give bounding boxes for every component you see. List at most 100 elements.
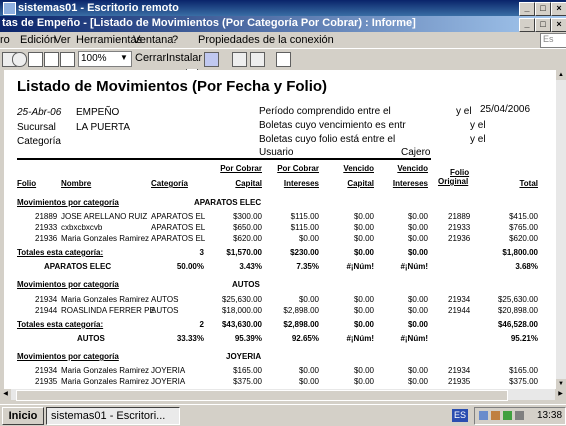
- report-title: Listado de Movimientos (Por Fecha y Foli…: [17, 78, 328, 95]
- due-label: Boletas cuyo vencimiento es entr: [259, 120, 406, 131]
- percent-total: 95.21%: [510, 334, 538, 343]
- totals-count: 3: [199, 248, 204, 257]
- percent-name: AUTOS: [77, 334, 105, 343]
- report-page: Listado de Movimientos (Por Fecha y Foli…: [4, 70, 556, 389]
- col-fo-bottom: Original: [438, 177, 469, 186]
- cell-fo: 21936: [448, 234, 471, 243]
- menu-edicion[interactable]: Edición: [20, 34, 56, 46]
- scroll-thumb[interactable]: [16, 390, 508, 401]
- percent-count: 50.00%: [176, 262, 204, 271]
- period-end-date: 25/04/2006: [480, 104, 531, 115]
- taskbar-task-button[interactable]: sistemas01 - Escritori...: [46, 407, 180, 425]
- remote-desktop-titlebar: sistemas01 - Escritorio remoto _ □ ×: [0, 0, 566, 16]
- help-icon[interactable]: [276, 52, 291, 67]
- cell-pi: $115.00: [290, 223, 319, 232]
- percent-pc: 95.39%: [234, 334, 262, 343]
- cell-vi: $0.00: [407, 295, 428, 304]
- cell-pc: $18,000.00: [221, 306, 262, 315]
- cell-categoria: JOYERIA: [151, 366, 186, 375]
- tray-icon-2[interactable]: [491, 411, 500, 420]
- cell-folio: 21889: [35, 212, 58, 221]
- category-label: Categoría: [17, 136, 61, 147]
- close-button[interactable]: ×: [551, 2, 566, 16]
- percent-vi: #¡Núm!: [400, 334, 428, 343]
- cell-folio: 21936: [35, 234, 58, 243]
- maximize-button[interactable]: □: [535, 2, 551, 16]
- col-vc-top: Vencido: [343, 164, 374, 173]
- access-window-title: tas de Empeño - [Listado de Movimientos …: [2, 17, 416, 29]
- cell-vi: $0.00: [407, 234, 428, 243]
- group-label: Movimientos por categoría: [17, 280, 119, 289]
- tray-icon-3[interactable]: [503, 411, 512, 420]
- menu-ventana[interactable]: Ventana: [133, 34, 173, 46]
- scroll-down-arrow[interactable]: ▼: [556, 379, 566, 389]
- cell-pi: $0.00: [298, 234, 319, 243]
- setup-button[interactable]: Instalar: [166, 51, 202, 66]
- branch-value: LA PUERTA: [76, 122, 131, 133]
- cell-vi: $0.00: [407, 223, 428, 232]
- totals-pc: $1,570.00: [226, 248, 262, 257]
- start-button[interactable]: Inicio: [2, 407, 44, 425]
- close-preview-button[interactable]: Cerrar: [135, 51, 166, 66]
- percent-count: 33.33%: [176, 334, 204, 343]
- col-pc-bottom: Capital: [235, 179, 262, 188]
- help-search-box[interactable]: Es: [540, 33, 566, 48]
- cell-total: $20,898.00: [497, 306, 538, 315]
- cell-pc: $300.00: [233, 212, 262, 221]
- inner-maximize-button[interactable]: □: [535, 18, 551, 32]
- system-tray: 13:38: [474, 407, 566, 425]
- cell-vi: $0.00: [407, 212, 428, 221]
- database-window-icon[interactable]: [232, 52, 247, 67]
- one-page-icon[interactable]: [28, 52, 43, 67]
- cell-vi: $0.00: [407, 377, 428, 386]
- col-vc-bottom: Capital: [347, 179, 374, 188]
- group-name: APARATOS ELEC: [194, 198, 262, 207]
- menu-help[interactable]: ?: [172, 34, 178, 46]
- language-indicator[interactable]: ES: [452, 409, 468, 422]
- inner-close-button[interactable]: ×: [551, 18, 566, 32]
- cell-folio: 21934: [35, 366, 58, 375]
- volume-icon[interactable]: [515, 411, 524, 420]
- col-nombre: Nombre: [61, 179, 92, 188]
- col-total: Total: [519, 179, 538, 188]
- cell-vi: $0.00: [407, 306, 428, 315]
- cell-vc: $0.00: [353, 366, 374, 375]
- cell-nombre: Maria Gonzales Ramirez: [61, 366, 150, 375]
- due-and-label: y el: [470, 120, 486, 131]
- menu-archivo[interactable]: ro: [0, 34, 10, 46]
- totals-label: Totales esta categoría:: [17, 248, 104, 257]
- scroll-right-arrow[interactable]: ▶: [555, 389, 566, 400]
- menu-bar: ro Edición Ver Herramientas Ventana ? Pr…: [0, 32, 566, 78]
- zoom-icon[interactable]: [12, 52, 27, 67]
- cell-fo: 21889: [448, 212, 471, 221]
- office-links-icon[interactable]: [204, 52, 219, 67]
- inner-minimize-button[interactable]: _: [519, 18, 535, 32]
- totals-pc: $43,630.00: [221, 320, 262, 329]
- scroll-up-arrow[interactable]: ▲: [556, 70, 566, 80]
- cell-pi: $0.00: [298, 377, 319, 386]
- totals-vc: $0.00: [353, 320, 374, 329]
- totals-pi: $230.00: [290, 248, 319, 257]
- cell-total: $375.00: [509, 377, 538, 386]
- horizontal-scrollbar[interactable]: ◀ ▶: [0, 389, 566, 401]
- menu-connection-properties[interactable]: Propiedades de la conexión: [198, 34, 334, 46]
- start-label: Inicio: [8, 410, 38, 422]
- multiple-pages-icon[interactable]: [60, 52, 75, 67]
- vertical-scrollbar[interactable]: ▲ ▼: [556, 70, 566, 389]
- cell-fo: 21934: [448, 366, 471, 375]
- tray-icon-1[interactable]: [479, 411, 488, 420]
- minimize-button[interactable]: _: [519, 2, 535, 16]
- cell-pi: $0.00: [298, 366, 319, 375]
- two-pages-icon[interactable]: [44, 52, 59, 67]
- chevron-down-icon[interactable]: ▼: [120, 53, 128, 62]
- menu-ver[interactable]: Ver: [54, 34, 71, 46]
- totals-vi: $0.00: [407, 320, 428, 329]
- totals-count: 2: [199, 320, 204, 329]
- rdp-app-icon: [3, 2, 16, 15]
- new-object-icon[interactable]: [250, 52, 265, 67]
- scroll-left-arrow[interactable]: ◀: [0, 389, 11, 400]
- cell-fo: 21944: [448, 306, 471, 315]
- cell-nombre: ROASLINDA FERRER PE: [61, 306, 155, 315]
- group-label: Movimientos por categoría: [17, 198, 119, 207]
- cell-total: $415.00: [509, 212, 538, 221]
